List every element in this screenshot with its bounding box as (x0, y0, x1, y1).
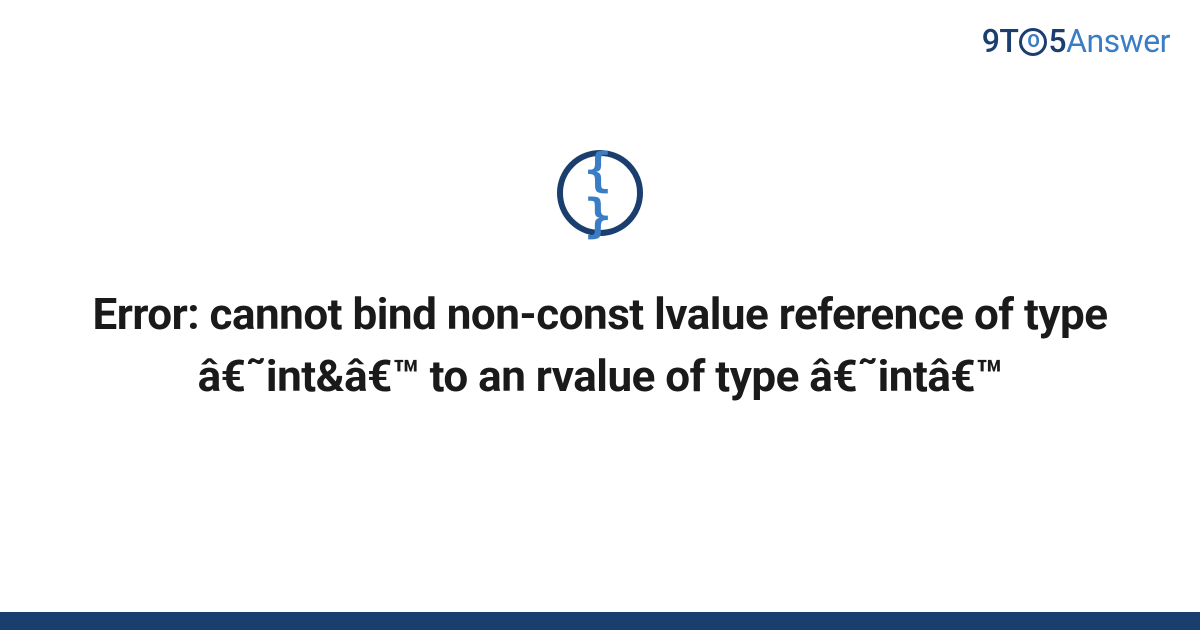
footer-accent-bar (0, 612, 1200, 630)
main-content: { } Error: cannot bind non-const lvalue … (0, 150, 1200, 407)
code-braces-icon: { } (557, 150, 643, 236)
question-title: Error: cannot bind non-const lvalue refe… (0, 284, 1200, 407)
brace-glyph: { } (563, 147, 637, 239)
logo-text-answer: Answer (1066, 22, 1170, 60)
logo-text-5: 5 (1048, 22, 1066, 60)
site-logo: 9TO5Answer (982, 22, 1170, 60)
logo-text-9t: 9T (982, 22, 1019, 60)
logo-o-icon: O (1019, 28, 1047, 56)
